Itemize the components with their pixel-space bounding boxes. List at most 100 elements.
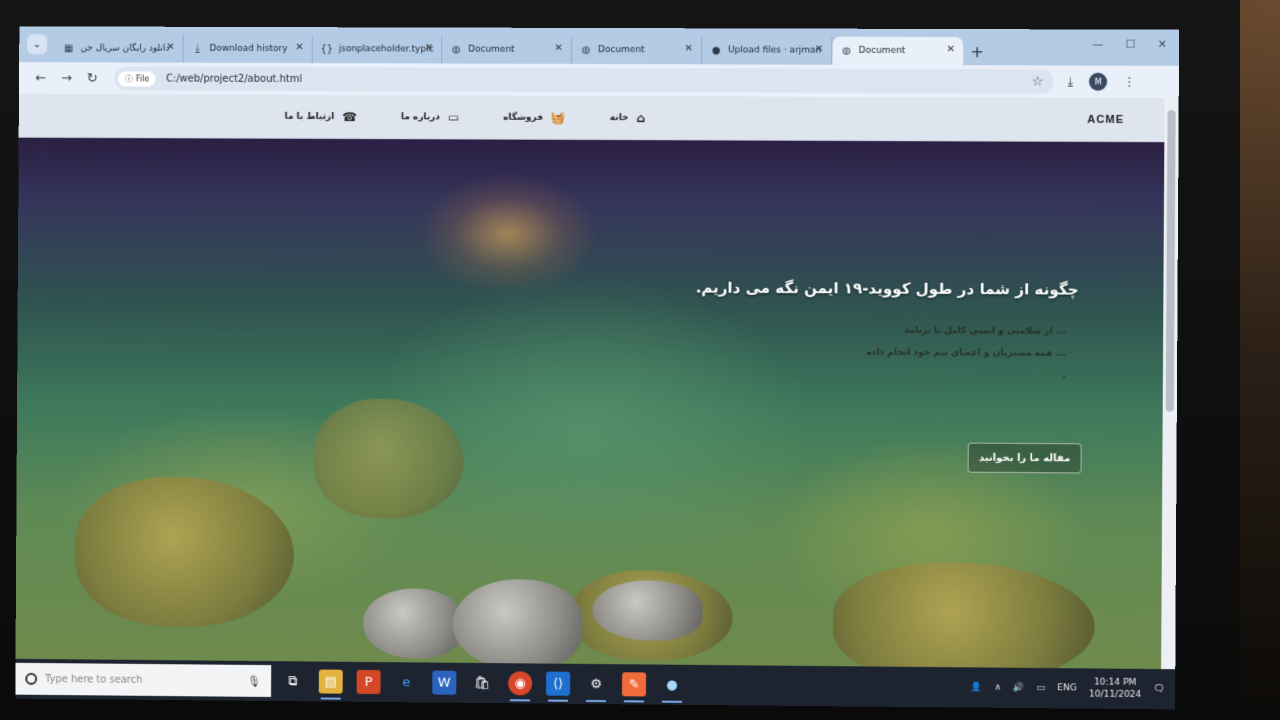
- language-indicator[interactable]: ENG: [1057, 683, 1077, 693]
- browser-tab[interactable]: ● Upload files · arjman ✕: [701, 36, 833, 65]
- site-navbar: ACME ⌂ خانه 🧺 فروشگاه ▭ درباره ما ☎ ارتباط با م…: [18, 93, 1165, 143]
- close-tab-icon[interactable]: ✕: [815, 44, 823, 55]
- app-circle-icon[interactable]: ●: [660, 673, 684, 697]
- nav-item[interactable]: ▭ درباره ما: [401, 110, 459, 124]
- menu-kebab-icon[interactable]: ⋮: [1124, 75, 1136, 89]
- read-article-button[interactable]: مقاله ما را بخوانید: [967, 442, 1082, 474]
- browser-tab[interactable]: ▦ دانلود رایگان سریال جن ✕: [54, 34, 184, 63]
- site-brand[interactable]: ACME: [1087, 113, 1124, 125]
- id-card-icon: ▭: [447, 109, 460, 124]
- hero-paragraph: ... از سلامتی و ایمنی کامل با برنامه ...…: [794, 319, 1066, 387]
- globe-icon: ◍: [842, 45, 851, 57]
- system-tray: 👤 ∧ 🔊 ▭ ENG 10:14 PM 10/11/2024 🗨: [971, 675, 1175, 701]
- github-icon: ●: [711, 44, 721, 56]
- file-chip-label: File: [135, 73, 150, 83]
- moss-rock-decoration: [832, 561, 1096, 670]
- powerpoint-icon[interactable]: P: [356, 669, 381, 695]
- close-tab-icon[interactable]: ✕: [295, 42, 303, 53]
- tab-title: دانلود رایگان سریال جن: [80, 43, 170, 54]
- paint-icon[interactable]: ✎: [621, 672, 647, 697]
- tab-title: jsonplaceholder.typic: [338, 44, 434, 55]
- tab-title: Upload files · arjman: [728, 45, 822, 56]
- nav-item[interactable]: ⌂ خانه: [610, 111, 645, 125]
- edge-icon[interactable]: e: [394, 670, 418, 694]
- hero-section: چگونه از شما در طول کووید-۱۹ ایمن نگه می…: [15, 137, 1165, 670]
- profile-avatar[interactable]: M: [1089, 72, 1108, 91]
- globe-icon: ◍: [451, 44, 461, 56]
- hero-line: ... از سلامتی و ایمنی کامل با برنامه: [903, 325, 1067, 337]
- store-icon[interactable]: 🛍: [470, 671, 494, 695]
- basket-icon: 🧺: [550, 110, 566, 125]
- url-text[interactable]: C:/web/project2/about.html: [166, 73, 1032, 87]
- hero-line: ... همه مشتریان و اعضای تیم خود انجام دا…: [866, 347, 1067, 359]
- file-explorer-icon[interactable]: ▤: [318, 669, 343, 694]
- bookmark-star-icon[interactable]: ☆: [1032, 74, 1044, 89]
- info-icon: ⓘ: [124, 73, 133, 83]
- moss-rock-decoration: [75, 476, 295, 628]
- back-button[interactable]: ←: [29, 66, 53, 90]
- new-tab-button[interactable]: +: [963, 37, 991, 65]
- reload-button[interactable]: ↻: [80, 66, 104, 90]
- stone-decoration: [592, 579, 703, 641]
- browser-tab-strip: ⌄ ▦ دانلود رایگان سریال جن ✕ ⤓ Download hist…: [19, 26, 1180, 66]
- browser-tab[interactable]: ◍ Document ✕: [832, 36, 964, 66]
- forward-button[interactable]: →: [55, 66, 79, 90]
- tab-title: Document: [468, 44, 515, 55]
- settings-gear-icon[interactable]: ⚙: [584, 672, 608, 696]
- hero-line: .: [1062, 370, 1066, 381]
- close-tab-icon[interactable]: ✕: [947, 44, 956, 55]
- nav-item-label: خانه: [609, 112, 629, 123]
- notifications-icon[interactable]: 🗨: [1153, 684, 1165, 694]
- page-viewport: ACME ⌂ خانه 🧺 فروشگاه ▭ درباره ما ☎ ارتباط با م…: [15, 93, 1179, 670]
- nav-item[interactable]: 🧺 فروشگاه: [503, 110, 566, 124]
- browser-tab[interactable]: ◍ Document ✕: [571, 35, 703, 65]
- nav-item-label: فروشگاه: [503, 112, 543, 123]
- taskbar-search[interactable]: Type here to search 🎙: [15, 662, 272, 698]
- scrollbar-thumb[interactable]: [1165, 110, 1176, 412]
- globe-icon: ◍: [581, 44, 591, 56]
- site-icon: ▦: [63, 42, 74, 54]
- moss-rock-decoration: [313, 398, 464, 520]
- nav-item-label: ارتباط با ما: [284, 111, 335, 122]
- microphone-icon[interactable]: 🎙: [247, 674, 261, 687]
- tab-title: Document: [858, 45, 906, 56]
- downloads-icon[interactable]: ⤓: [1068, 74, 1073, 89]
- chrome-icon[interactable]: ◉: [508, 671, 533, 696]
- nav-item-label: درباره ما: [400, 111, 440, 122]
- tab-title: Document: [597, 45, 645, 56]
- laptop-screen: ⌄ ▦ دانلود رایگان سریال جن ✕ ⤓ Download hist…: [15, 26, 1180, 710]
- task-view-icon[interactable]: ⧉: [281, 669, 305, 693]
- phone-icon: ☎: [342, 109, 358, 124]
- close-tab-icon[interactable]: ✕: [425, 42, 433, 53]
- stone-decoration: [452, 578, 583, 670]
- window-controls: — ☐ ✕: [1092, 37, 1167, 50]
- browser-tab[interactable]: ◍ Document ✕: [442, 35, 573, 64]
- stone-decoration: [362, 588, 463, 659]
- close-tab-icon[interactable]: ✕: [166, 42, 174, 53]
- close-tab-icon[interactable]: ✕: [555, 43, 563, 54]
- people-icon[interactable]: 👤: [971, 682, 982, 692]
- close-tab-icon[interactable]: ✕: [685, 43, 693, 54]
- address-bar[interactable]: ⓘ File C:/web/project2/about.html ☆: [113, 66, 1054, 94]
- browser-toolbar: ← → ↻ ⓘ File C:/web/project2/about.html …: [18, 62, 1179, 99]
- download-icon: ⤓: [195, 43, 200, 55]
- vscode-icon[interactable]: ⟨⟩: [546, 671, 571, 696]
- cortana-circle-icon: [25, 672, 38, 685]
- hero-title: چگونه از شما در طول کووید-۱۹ ایمن نگه می…: [695, 278, 1079, 299]
- nav-item[interactable]: ☎ ارتباط با ما: [284, 109, 358, 124]
- word-icon[interactable]: W: [432, 670, 457, 695]
- tab-search-button[interactable]: ⌄: [27, 34, 48, 55]
- volume-icon[interactable]: 🔊: [1013, 683, 1024, 693]
- battery-icon[interactable]: ▭: [1037, 683, 1046, 693]
- browser-tab[interactable]: {} jsonplaceholder.typic ✕: [312, 35, 443, 64]
- clock[interactable]: 10:14 PM 10/11/2024: [1089, 676, 1142, 701]
- minimize-button[interactable]: —: [1092, 37, 1103, 50]
- home-icon: ⌂: [636, 110, 646, 125]
- chevron-up-icon[interactable]: ∧: [994, 683, 1001, 693]
- site-info-chip[interactable]: ⓘ File: [117, 70, 157, 86]
- clock-time: 10:14 PM: [1093, 677, 1137, 688]
- browser-tab[interactable]: ⤓ Download history ✕: [183, 34, 313, 64]
- maximize-button[interactable]: ☐: [1125, 38, 1135, 51]
- close-window-button[interactable]: ✕: [1158, 38, 1167, 51]
- site-menu: ⌂ خانه 🧺 فروشگاه ▭ درباره ما ☎ ارتباط با ما: [284, 109, 645, 125]
